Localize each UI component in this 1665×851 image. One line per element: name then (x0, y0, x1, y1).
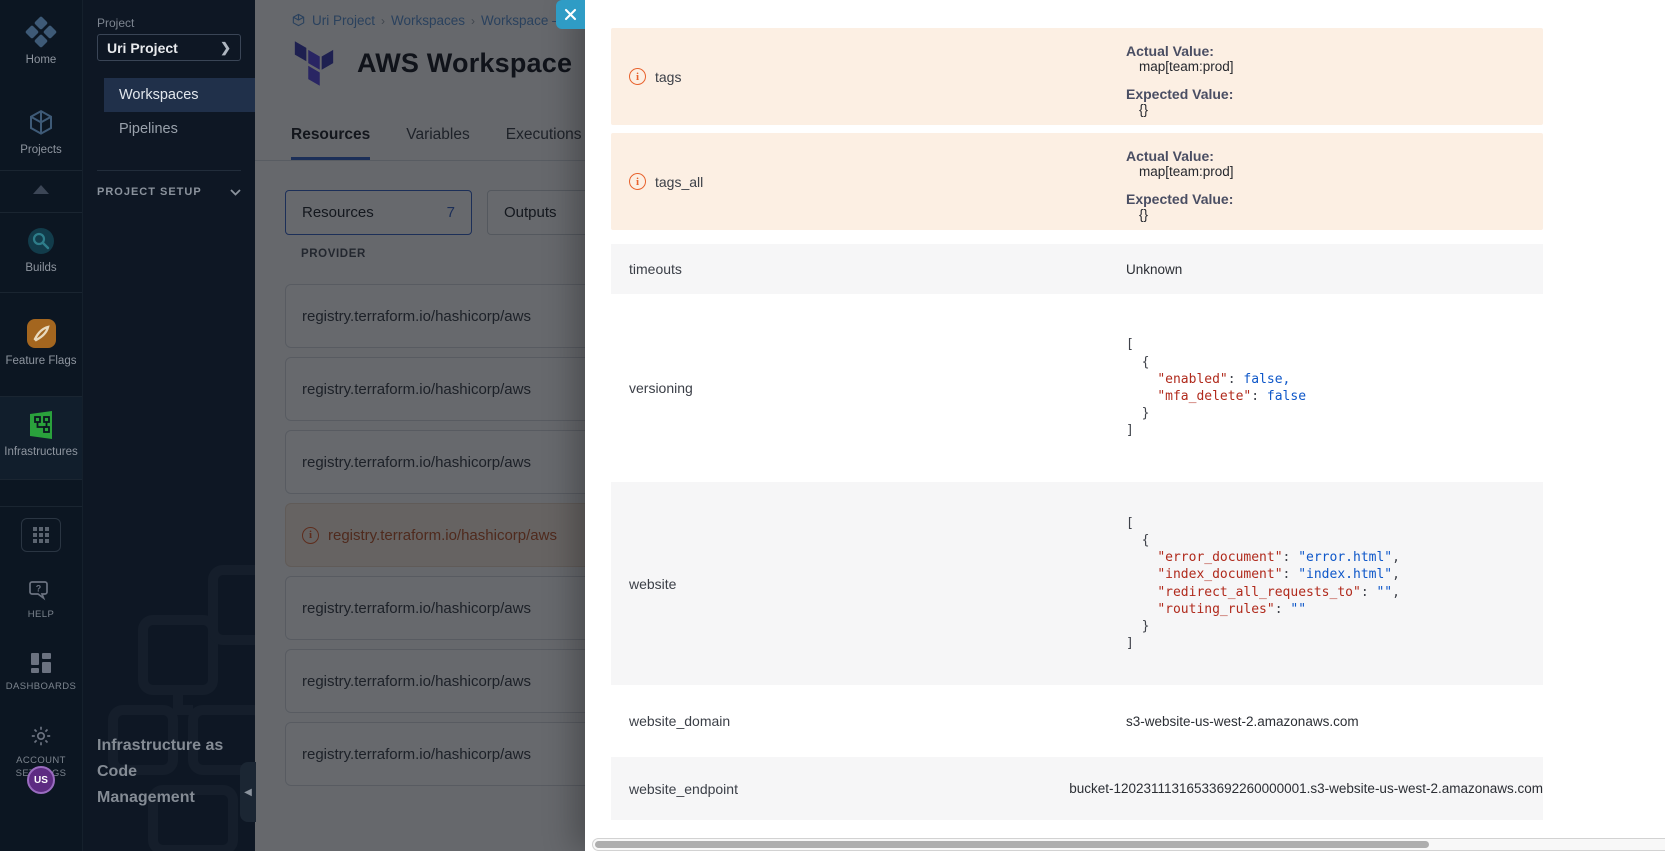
drawer-attribute-table: itagsActual Value:map[team:prod]Expected… (611, 0, 1543, 820)
close-icon (564, 8, 577, 21)
svg-text:?: ? (36, 584, 42, 594)
attribute-value: Actual Value:map[team:prod] Expected Valu… (1126, 133, 1543, 230)
product-tagline: Infrastructure as Code Management (97, 733, 237, 811)
home-icon (25, 16, 57, 48)
attribute-row: timeouts Unknown (611, 244, 1543, 294)
gear-icon (29, 724, 53, 748)
rail-divider (0, 506, 82, 507)
diff-value: {} (1139, 102, 1543, 117)
warning-icon: i (629, 68, 646, 85)
diff-value: {} (1139, 207, 1543, 222)
diff-label: Actual Value: (1126, 148, 1543, 164)
chevron-down-icon (230, 189, 241, 196)
attribute-key-label: website (629, 576, 676, 592)
rail-divider (0, 170, 82, 171)
attribute-key-label: tags_all (655, 174, 703, 190)
panel-divider (97, 170, 241, 171)
attribute-json-value: [ { "error_document": "error.html", "ind… (1126, 515, 1543, 653)
panel-collapse-handle[interactable]: ◀ (240, 762, 256, 822)
sidebar-item-dashboards[interactable]: DASHBOARDS (0, 652, 82, 693)
attribute-key: website_endpoint (611, 757, 1069, 820)
attribute-key: website (611, 482, 1126, 685)
drawer-close-button[interactable] (556, 0, 585, 29)
diff-label: Actual Value: (1126, 43, 1543, 59)
attribute-key: website_domain (611, 685, 1126, 757)
attribute-text-value: Unknown (1126, 262, 1543, 277)
attribute-key: itags (611, 28, 1126, 125)
sidebar-item-home[interactable]: Home (0, 16, 82, 67)
attribute-row: i tags_all Actual Value:map[team:prod] Expe… (611, 133, 1543, 230)
help-bubble-icon: ? (29, 580, 53, 602)
attribute-row: versioning [ { "enabled": false, "mfa_del… (611, 294, 1543, 482)
cube-icon (26, 108, 56, 138)
actual-value-line: Actual Value:map[team:prod] (1126, 43, 1543, 74)
diff-value: map[team:prod] (1139, 164, 1543, 179)
rail-divider (0, 292, 82, 293)
chevron-right-icon: ❯ (220, 40, 231, 56)
infrastructures-icon (26, 410, 56, 440)
sidebar-item-feature-flags[interactable]: Feature Flags (0, 318, 82, 368)
sidebar-item-workspaces[interactable]: Workspaces (104, 78, 255, 112)
attribute-key: versioning (611, 294, 1126, 482)
chevron-left-icon: ◀ (244, 787, 252, 798)
attribute-row: website_domain s3-website-us-west-2.amazo… (611, 685, 1543, 757)
sidebar-item-builds[interactable]: Builds (0, 226, 82, 275)
warning-icon: i (629, 173, 646, 190)
sidebar-item-infrastructures[interactable]: Infrastructures (0, 410, 82, 459)
attribute-value: [ { "enabled": false, "mfa_delete": fals… (1126, 294, 1543, 482)
actual-value-line: Actual Value:map[team:prod] (1126, 148, 1543, 179)
horizontal-scrollbar[interactable] (592, 838, 1665, 851)
app-nav-rail: Home Projects Builds Feature Flags Infra… (0, 0, 82, 851)
apps-grid-icon (33, 527, 49, 543)
attribute-value: [ { "error_document": "error.html", "ind… (1126, 482, 1543, 685)
expected-value-line: Expected Value:{} (1126, 86, 1543, 117)
attribute-json-value: [ { "enabled": false, "mfa_delete": fals… (1126, 336, 1543, 439)
expected-value-line: Expected Value:{} (1126, 191, 1543, 222)
rail-divider (0, 212, 82, 213)
project-sidebar-panel: Project Uri Project ❯ Workspaces Pipelin… (82, 0, 255, 851)
feature-flags-icon (26, 318, 57, 349)
project-section-label: Project (97, 16, 134, 30)
attribute-value: s3-website-us-west-2.amazonaws.com (1126, 685, 1543, 757)
project-setup-section-toggle[interactable]: PROJECT SETUP (97, 186, 241, 198)
attribute-value: bucket-12023111316533692260000001.s3-web… (1069, 757, 1543, 820)
attribute-key-label: website_domain (629, 713, 730, 729)
attribute-key-label: tags (655, 69, 681, 85)
builds-icon (26, 226, 56, 256)
resource-detail-drawer: itagsActual Value:map[team:prod]Expected… (585, 0, 1665, 851)
diff-label: Expected Value: (1126, 86, 1543, 102)
attribute-row: website_endpoint bucket-12023111316533692… (611, 757, 1543, 820)
attribute-key: i tags_all (611, 133, 1126, 230)
attribute-row: itagsActual Value:map[team:prod]Expected… (611, 28, 1543, 125)
diff-label: Expected Value: (1126, 191, 1543, 207)
attribute-value: Actual Value:map[team:prod] Expected Valu… (1126, 28, 1543, 125)
diff-value: map[team:prod] (1139, 59, 1543, 74)
user-menu[interactable]: US (0, 766, 82, 794)
attribute-key: timeouts (611, 244, 1126, 294)
attribute-value: Unknown (1126, 244, 1543, 294)
sidebar-item-projects[interactable]: Projects (0, 108, 82, 157)
scrollbar-thumb[interactable] (595, 841, 1429, 848)
attribute-key-label: versioning (629, 380, 693, 396)
attribute-key-label: website_endpoint (629, 781, 738, 797)
project-selector[interactable]: Uri Project ❯ (97, 34, 241, 61)
attribute-row: website [ { "error_document": "error.html… (611, 482, 1543, 685)
attribute-text-value: s3-website-us-west-2.amazonaws.com (1126, 714, 1543, 729)
avatar[interactable]: US (27, 766, 55, 794)
dashboards-icon (30, 652, 52, 674)
collapse-up-arrow-icon[interactable] (33, 185, 49, 194)
sidebar-item-pipelines[interactable]: Pipelines (119, 121, 178, 137)
app-grid-button[interactable] (0, 518, 82, 552)
attribute-text-value: bucket-12023111316533692260000001.s3-web… (1069, 781, 1543, 796)
sidebar-item-help[interactable]: ? HELP (0, 580, 82, 621)
attribute-key-label: timeouts (629, 261, 682, 277)
